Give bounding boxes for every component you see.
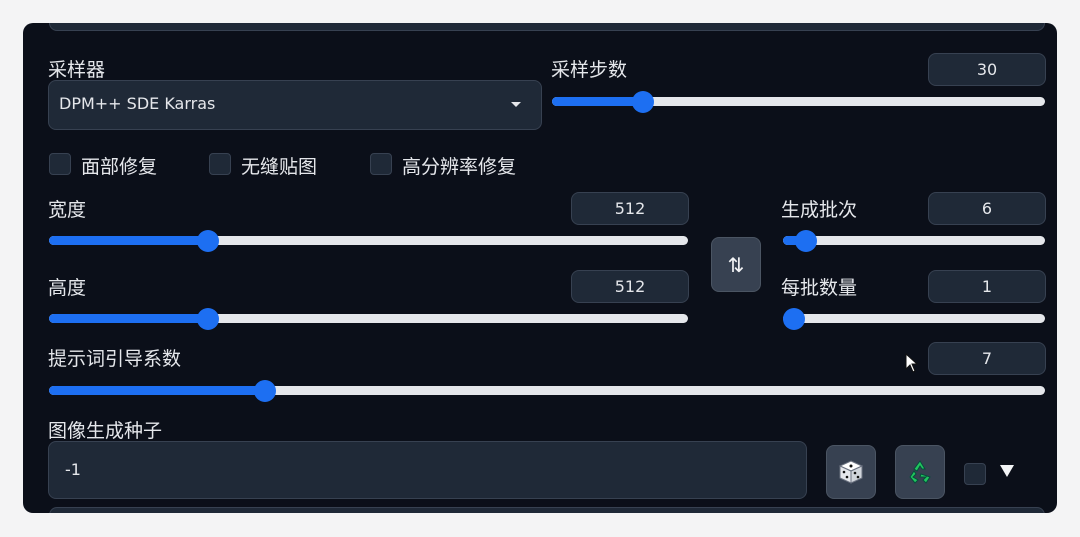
seed-value: -1 xyxy=(65,460,81,479)
chevron-down-icon xyxy=(511,102,521,107)
expand-triangle-icon[interactable] xyxy=(1000,465,1014,477)
batch-size-label: 每批数量 xyxy=(781,277,858,299)
tiling-checkbox[interactable] xyxy=(209,153,231,175)
batch-count-slider[interactable] xyxy=(783,230,1045,252)
height-slider-fill xyxy=(49,314,209,323)
settings-panel: 采样器 DPM++ SDE Karras 采样步数 30 面部修复 无缝贴图 高… xyxy=(23,23,1057,513)
reuse-seed-button[interactable] xyxy=(895,445,945,499)
bottom-panel-edge xyxy=(49,507,1045,513)
steps-slider-thumb[interactable] xyxy=(632,91,655,113)
mouse-cursor-icon xyxy=(905,353,919,373)
batch-size-slider-thumb[interactable] xyxy=(783,308,805,330)
tiling-label: 无缝贴图 xyxy=(241,156,318,178)
seed-input[interactable]: -1 xyxy=(48,441,807,499)
height-input[interactable]: 512 xyxy=(571,270,689,303)
width-label: 宽度 xyxy=(48,199,87,221)
cfg-slider-thumb[interactable] xyxy=(253,380,276,402)
height-slider-thumb[interactable] xyxy=(197,308,220,330)
steps-input[interactable]: 30 xyxy=(928,53,1046,86)
batch-count-input[interactable]: 6 xyxy=(928,192,1046,225)
batch-size-slider[interactable] xyxy=(783,308,1045,330)
hires-fix-label: 高分辨率修复 xyxy=(402,156,517,178)
cfg-scale-input[interactable]: 7 xyxy=(928,342,1046,375)
top-panel-edge xyxy=(49,23,1045,31)
steps-slider[interactable] xyxy=(552,91,1045,113)
width-slider-thumb[interactable] xyxy=(197,230,220,252)
seed-label: 图像生成种子 xyxy=(48,420,163,442)
cfg-scale-slider[interactable] xyxy=(49,380,1045,402)
sampler-dropdown[interactable]: DPM++ SDE Karras xyxy=(48,80,542,130)
recycle-icon xyxy=(909,460,931,484)
batch-size-slider-track xyxy=(783,314,1045,323)
random-seed-button[interactable] xyxy=(826,445,876,499)
height-label: 高度 xyxy=(48,277,87,299)
hires-fix-checkbox[interactable] xyxy=(370,153,392,175)
face-restore-label: 面部修复 xyxy=(81,156,158,178)
dice-icon xyxy=(838,460,864,484)
sampler-label: 采样器 xyxy=(48,59,106,81)
batch-count-label: 生成批次 xyxy=(781,199,858,221)
sampler-value: DPM++ SDE Karras xyxy=(59,94,216,113)
face-restore-checkbox[interactable] xyxy=(49,153,71,175)
batch-count-slider-track xyxy=(783,236,1045,245)
steps-slider-fill xyxy=(552,97,644,106)
swap-dimensions-button[interactable]: ⇅ xyxy=(711,237,761,292)
batch-count-slider-thumb[interactable] xyxy=(795,230,817,252)
extra-seed-checkbox[interactable] xyxy=(964,463,986,485)
width-input[interactable]: 512 xyxy=(571,192,689,225)
cfg-scale-label: 提示词引导系数 xyxy=(48,348,182,370)
batch-size-input[interactable]: 1 xyxy=(928,270,1046,303)
height-slider[interactable] xyxy=(49,308,688,330)
width-slider-fill xyxy=(49,236,209,245)
swap-arrows-icon: ⇅ xyxy=(727,252,745,277)
cfg-slider-fill xyxy=(49,386,265,395)
steps-label: 采样步数 xyxy=(551,59,628,81)
width-slider[interactable] xyxy=(49,230,688,252)
